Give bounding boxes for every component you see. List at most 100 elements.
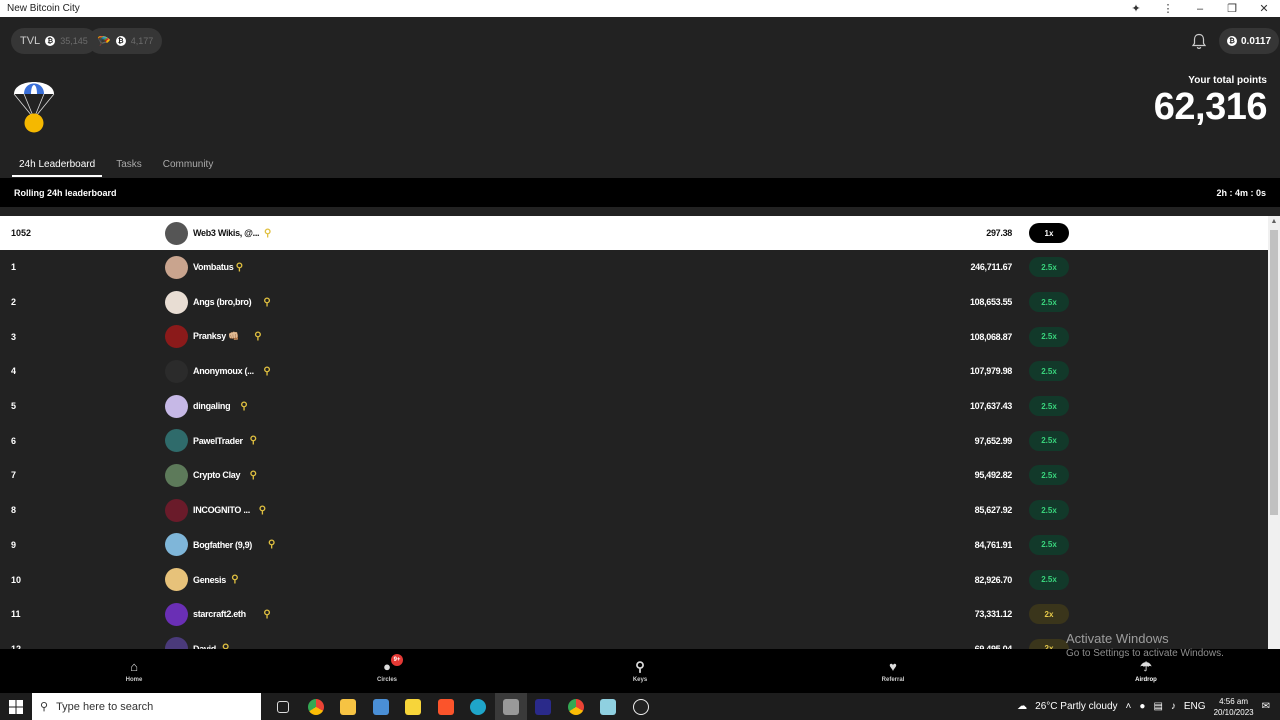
nav-home[interactable]: ⌂ Home <box>94 649 174 693</box>
extensions-icon[interactable]: ✦ <box>1120 2 1152 15</box>
wallet-balance-pill[interactable]: ₿ 0.0117 <box>1219 28 1280 54</box>
rewards-value: 4,177 <box>130 36 154 46</box>
watermark-title: Activate Windows <box>1066 631 1169 646</box>
wallet-balance: 0.0117 <box>1241 35 1272 47</box>
home-icon: ⌂ <box>130 658 138 674</box>
player-name[interactable]: dingaling <box>193 401 231 411</box>
rank: 5 <box>11 401 17 412</box>
weather-text[interactable]: 26°C Partly cloudy <box>1035 701 1117 712</box>
brave-icon[interactable] <box>430 693 463 720</box>
bell-icon[interactable] <box>1191 33 1207 51</box>
leaderboard-row[interactable]: 2 Angs (bro,bro) ⚲ 108,653.55 2.5x <box>0 285 1268 320</box>
player-name[interactable]: INCOGNITO ... <box>193 505 250 515</box>
rank: 1 <box>11 262 17 273</box>
scrollbar[interactable]: ▲ <box>1268 216 1280 666</box>
multiplier-badge: 2.5x <box>1029 326 1069 347</box>
scroll-up-arrow[interactable]: ▲ <box>1268 216 1280 228</box>
watermark-subtitle: Go to Settings to activate Windows. <box>1066 648 1224 659</box>
rewards-pill[interactable]: 🪂 ₿ 4,177 <box>88 28 163 54</box>
leaderboard-row[interactable]: 6 PawelTrader ⚲ 97,652.99 2.5x <box>0 423 1268 458</box>
multiplier-badge: 2.5x <box>1029 534 1069 555</box>
avatar[interactable] <box>165 359 188 383</box>
tab-24h-leaderboard[interactable]: 24h Leaderboard <box>12 159 103 177</box>
avatar[interactable] <box>165 463 188 487</box>
leaderboard-row[interactable]: 10 Genesis ⚲ 82,926.70 2.5x <box>0 562 1268 597</box>
player-name[interactable]: starcraft2.eth <box>193 609 246 619</box>
tvl-pill[interactable]: TVL ₿ 35,145 <box>11 28 97 54</box>
minimize-button[interactable]: – <box>1184 3 1216 15</box>
score: 84,761.91 <box>974 539 1013 550</box>
avatar[interactable] <box>165 290 188 314</box>
player-name[interactable]: Angs (bro,bro) <box>193 297 252 307</box>
leaderboard-row[interactable]: 3 Pranksy 👊🏼 ⚲ 108,068.87 2.5x <box>0 319 1268 354</box>
calculator-icon[interactable] <box>365 693 398 720</box>
fi-app-icon[interactable] <box>527 693 560 720</box>
multiplier-badge: 2.5x <box>1029 430 1069 451</box>
leaderboard-row[interactable]: 9 Bogfather (9,9) ⚲ 84,761.91 2.5x <box>0 528 1268 563</box>
system-tray: ☁ 26°C Partly cloudy ˄ ● ▤ ♪ ENG 4:56 am… <box>1017 693 1280 720</box>
leaderboard-row[interactable]: 8 INCOGNITO ... ⚲ 85,627.92 2.5x <box>0 493 1268 528</box>
nav-keys[interactable]: ⚲ Keys <box>600 649 680 693</box>
avatar[interactable] <box>165 221 188 245</box>
avatar[interactable] <box>165 325 188 349</box>
avatar[interactable] <box>165 568 188 592</box>
chrome-profile-icon[interactable] <box>560 693 593 720</box>
leaderboard-row[interactable]: 1 Vombatus ⚲ 246,711.67 2.5x <box>0 250 1268 285</box>
network-icon[interactable]: ▤ <box>1153 701 1162 712</box>
notepad-icon[interactable] <box>592 693 625 720</box>
app-container: TVL ₿ 35,145 🪂 ₿ 4,177 ₿ 0.0117 Your tot… <box>0 17 1280 693</box>
scrollbar-thumb[interactable] <box>1270 230 1278 515</box>
chrome-icon[interactable] <box>300 693 333 720</box>
avatar[interactable] <box>165 498 188 522</box>
score: 108,653.55 <box>969 297 1012 308</box>
leaderboard-row[interactable]: 7 Crypto Clay ⚲ 95,492.82 2.5x <box>0 458 1268 493</box>
leaderboard-row[interactable]: 4 Anonymoux (... ⚲ 107,979.98 2.5x <box>0 354 1268 389</box>
player-name[interactable]: Crypto Clay <box>193 470 241 480</box>
chevron-up-icon[interactable]: ˄ <box>1126 701 1132 712</box>
sticky-notes-icon[interactable] <box>397 693 430 720</box>
volume-icon[interactable]: ♪ <box>1171 701 1176 712</box>
avatar[interactable] <box>165 429 188 453</box>
clock[interactable]: 4:56 am 20/10/2023 <box>1214 696 1254 718</box>
app-icon[interactable] <box>494 693 527 720</box>
my-rank-row[interactable]: 1052 Web3 Wikis, @... ⚲ 297.38 1x <box>0 216 1268 250</box>
clock-date: 20/10/2023 <box>1213 707 1254 717</box>
score: 82,926.70 <box>974 574 1013 585</box>
file-explorer-icon[interactable] <box>332 693 365 720</box>
avatar[interactable] <box>165 394 188 418</box>
taskbar-search[interactable]: ⚲ Type here to search <box>32 693 261 720</box>
microphone-icon[interactable]: ● <box>1139 701 1145 712</box>
score: 95,492.82 <box>974 470 1013 481</box>
close-button[interactable]: ✕ <box>1248 2 1280 15</box>
player-name[interactable]: PawelTrader <box>193 436 243 446</box>
player-name[interactable]: Pranksy 👊🏼 <box>193 331 239 342</box>
notifications-icon[interactable]: ✉ <box>1262 701 1270 712</box>
player-name[interactable]: Anonymoux (... <box>193 366 254 376</box>
task-view-icon[interactable] <box>267 693 300 720</box>
nav-circles[interactable]: ● Circles 9+ <box>347 649 427 693</box>
tab-community[interactable]: Community <box>156 159 221 177</box>
multiplier-badge: 2.5x <box>1029 569 1069 590</box>
rank: 6 <box>11 435 17 446</box>
bitcoin-icon: ₿ <box>1227 36 1237 46</box>
nav-referral[interactable]: ♥ Referral <box>853 649 933 693</box>
more-options-icon[interactable]: ⋮ <box>1152 2 1184 15</box>
multiplier-badge: 2.5x <box>1029 257 1069 278</box>
leaderboard-row[interactable]: 11 starcraft2.eth ⚲ 73,331.12 2x <box>0 597 1268 632</box>
weather-icon[interactable]: ☁ <box>1017 701 1027 712</box>
language-indicator[interactable]: ENG <box>1184 701 1206 712</box>
speedtest-icon[interactable] <box>625 693 658 720</box>
restore-button[interactable]: ❐ <box>1216 2 1248 15</box>
multiplier-badge: 2.5x <box>1029 396 1069 417</box>
edge-icon[interactable] <box>462 693 495 720</box>
avatar[interactable] <box>165 602 188 626</box>
player-name[interactable]: Genesis <box>193 575 226 585</box>
player-name[interactable]: Bogfather (9,9) <box>193 540 252 550</box>
leaderboard-row[interactable]: 5 dingaling ⚲ 107,637.43 2.5x <box>0 389 1268 424</box>
tab-tasks[interactable]: Tasks <box>109 159 149 177</box>
player-name[interactable]: Web3 Wikis, @... <box>193 228 260 238</box>
player-name[interactable]: Vombatus <box>193 262 234 272</box>
avatar[interactable] <box>165 255 188 279</box>
avatar[interactable] <box>165 533 188 557</box>
start-button[interactable] <box>0 693 32 720</box>
